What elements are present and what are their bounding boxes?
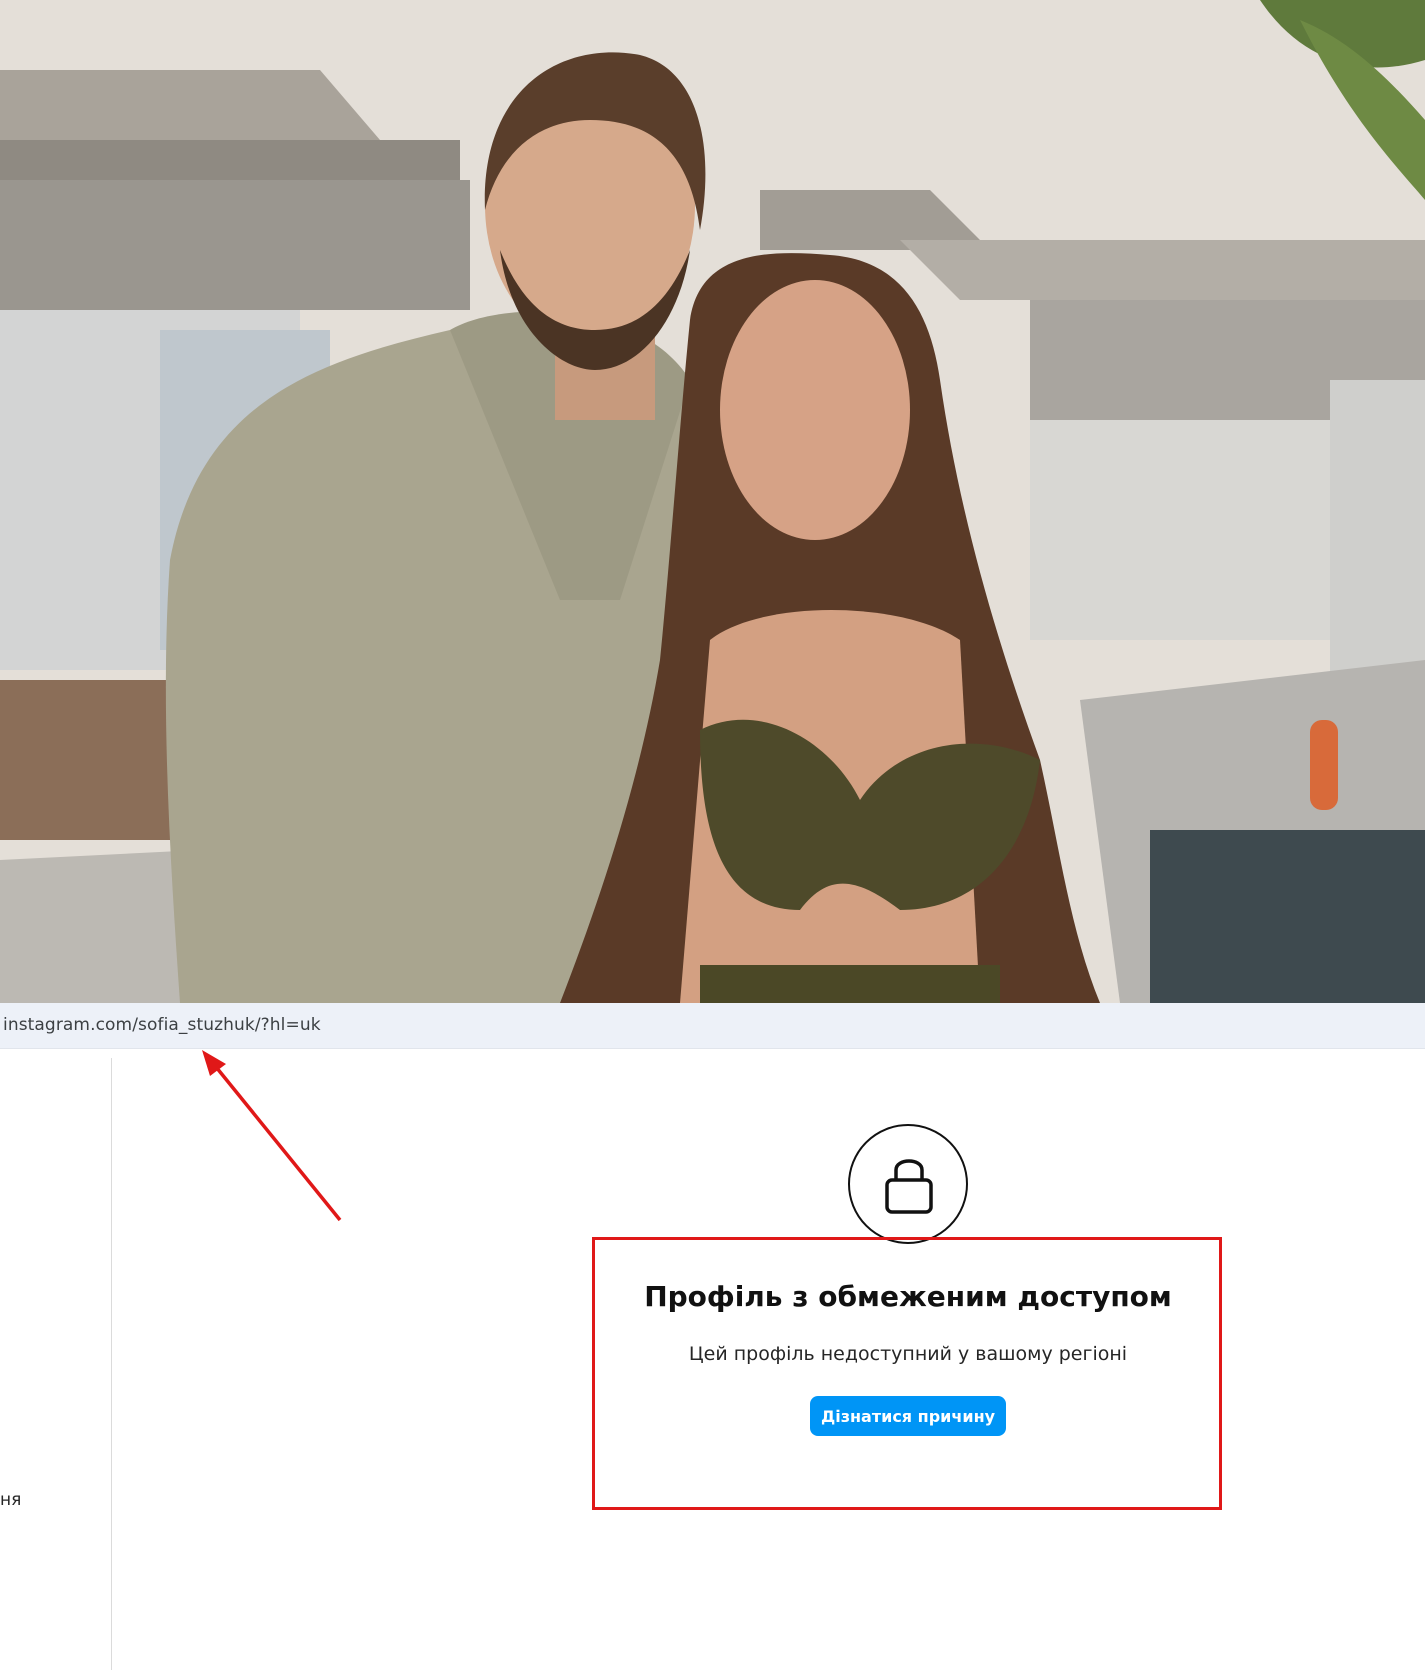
lock-icon-circle	[848, 1124, 968, 1244]
annotation-highlight-box	[592, 1237, 1222, 1510]
lock-icon	[885, 1159, 933, 1214]
couple-photo-illustration	[0, 0, 1425, 1003]
sidebar: ня	[0, 1058, 112, 1670]
header-photo	[0, 0, 1425, 1003]
sidebar-item-label[interactable]: ня	[0, 1490, 21, 1510]
url-text[interactable]: instagram.com/sofia_stuzhuk/?hl=uk	[3, 1015, 321, 1035]
browser-address-bar[interactable]: instagram.com/sofia_stuzhuk/?hl=uk	[0, 1003, 1425, 1049]
